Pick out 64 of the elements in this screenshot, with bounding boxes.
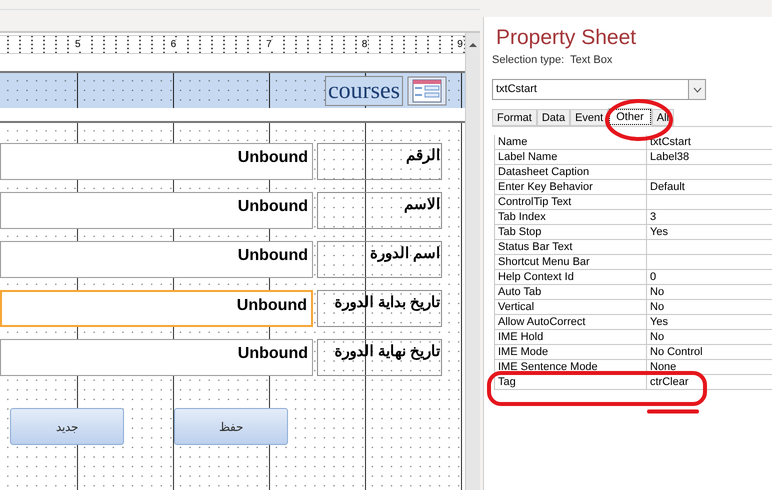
scroll-up-icon[interactable] [468,41,478,49]
property-value[interactable]: No [647,330,772,344]
selection-type-value: Text Box [570,53,612,67]
property-value[interactable]: 0 [647,270,772,284]
property-tab[interactable]: Format [492,109,537,126]
text-box[interactable]: Unbound [0,339,313,376]
property-value[interactable]: No Control [647,345,772,359]
annotation-underline [647,409,699,414]
text-box[interactable]: Unbound [0,290,313,327]
object-dropdown[interactable]: txtCstart [492,79,706,100]
form-icon [407,76,447,106]
ruler-number: 6 [170,40,178,50]
selection-type-label: Selection type: [492,53,564,67]
property-value[interactable]: txtCstart [647,135,772,149]
property-name: Tag [494,375,647,389]
form-title: courses [325,76,403,106]
field-label: الرقم [317,143,442,180]
property-value[interactable]: No [647,300,772,314]
panel-title: Property Sheet [496,25,638,51]
property-name: Auto Tab [494,285,647,299]
property-name: Name [494,135,647,149]
property-tab[interactable]: Data [536,109,570,126]
ruler-number: 8 [360,40,368,50]
property-value[interactable]: Default [647,180,772,194]
property-name: Label Name [494,150,647,164]
property-name: Tab Stop [494,225,647,239]
property-name: Help Context Id [494,270,647,284]
field-value: Unbound [238,246,308,266]
property-name: Tab Index [494,210,647,224]
field-value: Unbound [238,197,308,217]
text-box[interactable]: Unbound [0,241,313,278]
property-name: IME Sentence Mode [494,360,647,374]
property-value[interactable]: No [647,285,772,299]
text-box[interactable]: Unbound [0,143,313,180]
property-value[interactable]: 3 [647,210,772,224]
text-box[interactable]: Unbound [0,192,313,229]
property-name: Status Bar Text [494,240,647,254]
field-value: Unbound [236,296,307,316]
ruler-number: 7 [265,40,273,50]
property-name: ControlTip Text [494,195,647,209]
property-value[interactable]: None [647,360,772,374]
property-name: Allow AutoCorrect [494,315,647,329]
property-name: Vertical [494,300,647,314]
form-button[interactable]: جديد [10,408,124,445]
property-value[interactable]: ctrClear [647,375,772,389]
property-name: IME Hold [494,330,647,344]
dropdown-caret-icon[interactable] [688,80,705,99]
field-label: اسم الدورة [317,241,442,278]
property-tab[interactable]: Other [608,108,652,126]
property-value[interactable]: Yes [647,315,772,329]
field-label: الاسم [317,192,442,229]
ruler-number: 5 [74,40,82,50]
field-value: Unbound [238,148,308,168]
field-value: Unbound [238,344,308,364]
property-value[interactable]: Label38 [647,150,772,164]
form-button[interactable]: حفظ [174,408,288,445]
property-name: Datasheet Caption [494,165,647,179]
property-name: Enter Key Behavior [494,180,647,194]
property-value[interactable]: Yes [647,225,772,239]
property-name: Shortcut Menu Bar [494,255,647,269]
property-name: IME Mode [494,345,647,359]
property-tab[interactable]: Event [570,109,608,126]
ruler-number: 9 [456,40,464,50]
vertical-scrollbar[interactable] [465,33,480,490]
